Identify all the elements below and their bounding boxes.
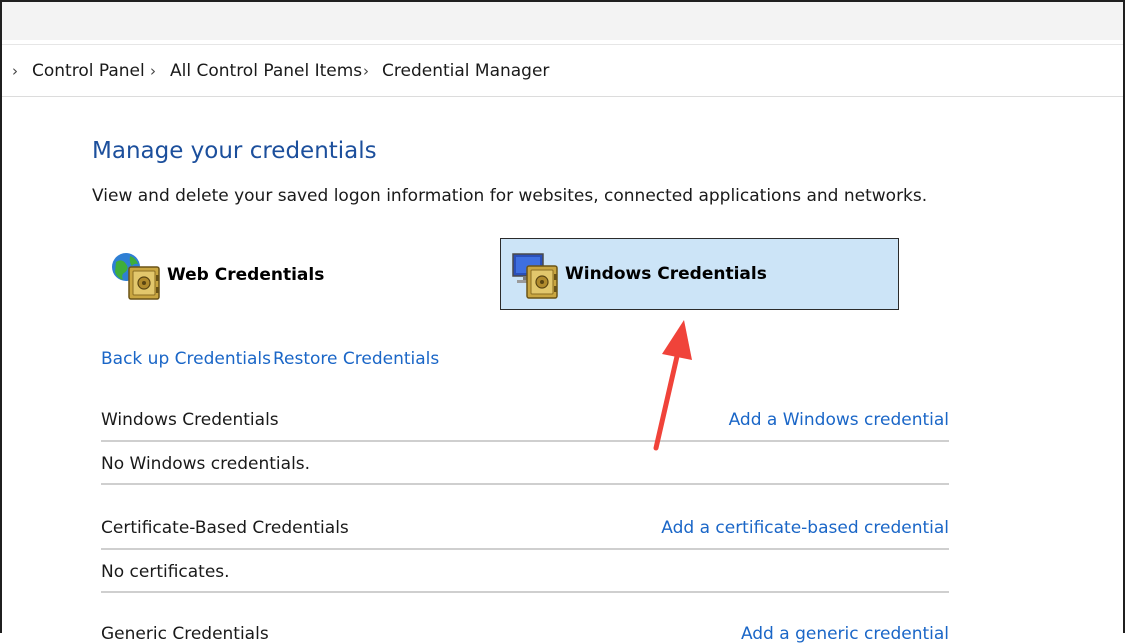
section-divider (101, 591, 949, 593)
windows-credentials-section-title: Windows Credentials (101, 410, 279, 430)
section-divider (101, 548, 949, 550)
add-certificate-credential-link[interactable]: Add a certificate-based credential (661, 518, 949, 538)
windows-credentials-vault-icon (512, 253, 558, 299)
windows-credentials-empty-text: No Windows credentials. (101, 454, 311, 474)
chevron-right-icon[interactable]: › (363, 45, 369, 96)
windows-credentials-tile[interactable]: Windows Credentials (500, 238, 899, 310)
web-credentials-label: Web Credentials (167, 265, 325, 285)
generic-credentials-section-title: Generic Credentials (101, 624, 269, 644)
chevron-right-icon[interactable]: › (12, 45, 18, 96)
web-credentials-vault-icon (112, 253, 160, 300)
windows-credentials-label: Windows Credentials (565, 264, 767, 284)
breadcrumb-all-control-panel-items[interactable]: All Control Panel Items (170, 45, 362, 96)
backup-credentials-link[interactable]: Back up Credentials (101, 349, 271, 369)
address-bar[interactable]: › Control Panel › All Control Panel Item… (2, 44, 1123, 97)
breadcrumb-control-panel[interactable]: Control Panel (32, 45, 145, 96)
chevron-right-icon[interactable]: › (150, 45, 156, 96)
restore-credentials-link[interactable]: Restore Credentials (273, 349, 439, 369)
web-credentials-tile[interactable]: Web Credentials (103, 240, 483, 310)
add-generic-credential-link[interactable]: Add a generic credential (741, 624, 949, 644)
add-windows-credential-link[interactable]: Add a Windows credential (729, 410, 949, 430)
page-description: View and delete your saved logon informa… (92, 186, 928, 206)
certificate-credentials-section-title: Certificate-Based Credentials (101, 518, 349, 538)
title-bar (2, 2, 1123, 40)
page-title: Manage your credentials (92, 138, 377, 164)
section-divider (101, 440, 949, 442)
breadcrumb-credential-manager[interactable]: Credential Manager (382, 45, 549, 96)
certificate-credentials-empty-text: No certificates. (101, 562, 230, 582)
section-divider (101, 483, 949, 485)
